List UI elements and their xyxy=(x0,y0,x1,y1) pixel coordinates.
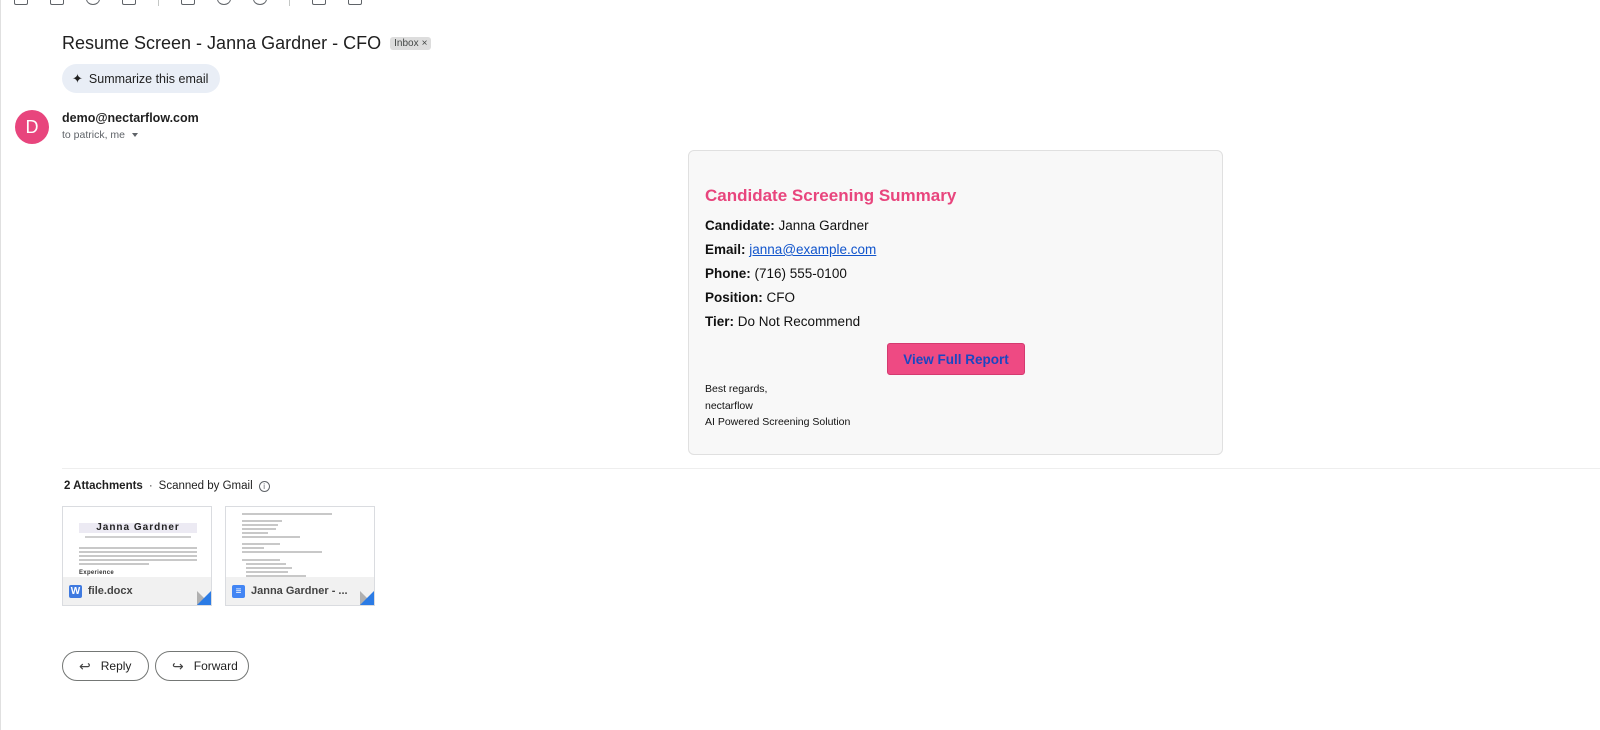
separator-dot: · xyxy=(148,480,153,492)
forward-label: Forward xyxy=(193,659,238,673)
preview-text-line xyxy=(242,547,264,549)
summarize-email-button[interactable]: ✦ Summarize this email xyxy=(62,64,221,93)
inbox-label-text: Inbox xyxy=(394,38,419,49)
report-spam-icon[interactable] xyxy=(86,0,100,5)
attachment-footer: ≡ Janna Gardner - ... xyxy=(226,577,374,605)
forward-icon: ↪ xyxy=(172,658,184,674)
email-subject: Resume Screen - Janna Gardner - CFO xyxy=(62,33,382,53)
preview-text-line xyxy=(246,563,286,565)
summarize-label: Summarize this email xyxy=(88,71,209,86)
email-toolbar xyxy=(14,0,384,6)
field-label: Phone: xyxy=(705,266,751,281)
info-icon[interactable]: i xyxy=(258,480,270,492)
subject-row: Resume Screen - Janna Gardner - CFO Inbo… xyxy=(62,33,432,54)
signoff-line: nectarflow xyxy=(705,399,753,412)
attachments-header: 2 Attachments · Scanned by Gmail i xyxy=(64,480,270,492)
field-label: Tier: xyxy=(705,314,735,329)
preview-text-line xyxy=(242,559,280,561)
move-to-icon[interactable] xyxy=(312,0,326,5)
preview-text-line xyxy=(79,563,149,565)
email-field: Email: janna@example.com xyxy=(705,242,876,257)
attachments-count: 2 Attachments xyxy=(64,480,143,492)
preview-text-line xyxy=(242,524,278,526)
reply-icon: ↩ xyxy=(79,658,91,674)
attachment-card-gdoc[interactable]: ≡ Janna Gardner - ... xyxy=(225,506,375,606)
card-title: Candidate Screening Summary xyxy=(705,186,957,205)
reply-button[interactable]: ↩ Reply xyxy=(62,651,149,681)
attachment-filename: file.docx xyxy=(88,585,133,597)
field-value: (716) 555-0100 xyxy=(754,266,847,281)
field-value: CFO xyxy=(766,290,796,305)
position-field: Position: CFO xyxy=(705,290,795,305)
recipients-text: to patrick, me xyxy=(62,129,126,141)
preview-text-line xyxy=(242,532,268,534)
signoff-line: Best regards, xyxy=(705,383,768,395)
tier-field: Tier: Do Not Recommend xyxy=(705,314,860,329)
page-fold-corner xyxy=(360,591,374,605)
screening-summary-card: Candidate Screening Summary Candidate: J… xyxy=(688,150,1223,455)
preview-text-line xyxy=(246,567,292,569)
preview-text-line xyxy=(79,555,197,557)
page-fold-corner xyxy=(197,591,211,605)
recipients-toggle[interactable]: to patrick, me xyxy=(62,129,139,141)
preview-text-line xyxy=(79,551,197,553)
preview-text-line xyxy=(242,513,332,515)
snooze-icon[interactable] xyxy=(217,0,231,5)
archive-icon[interactable] xyxy=(50,0,64,5)
attachments-divider xyxy=(62,468,1600,469)
sparkle-icon: ✦ xyxy=(72,70,83,86)
preview-text-line xyxy=(242,528,276,530)
add-task-icon[interactable] xyxy=(253,0,267,5)
preview-experience-heading: Experience xyxy=(79,570,115,576)
word-icon: W xyxy=(69,584,82,598)
field-label: Position: xyxy=(705,290,763,305)
attachment-card-docx[interactable]: Janna Gardner Experience W file.docx xyxy=(62,506,212,606)
phone-field: Phone: (716) 555-0100 xyxy=(705,266,847,281)
field-label: Email: xyxy=(705,242,746,257)
label-icon[interactable] xyxy=(348,0,362,5)
preview-text-line xyxy=(242,543,280,545)
preview-resume-name: Janna Gardner xyxy=(79,523,197,533)
attachment-footer: W file.docx xyxy=(63,577,211,605)
chevron-down-icon xyxy=(132,133,139,137)
view-full-report-button[interactable]: View Full Report xyxy=(887,343,1025,375)
toolbar-divider xyxy=(158,0,159,6)
preview-text-line xyxy=(242,536,300,538)
sender-address[interactable]: demo@nectarflow.com xyxy=(62,111,199,125)
reply-label: Reply xyxy=(100,659,132,673)
forward-button[interactable]: ↪ Forward xyxy=(155,651,249,681)
delete-icon[interactable] xyxy=(122,0,136,5)
candidate-email-link[interactable]: janna@example.com xyxy=(749,242,876,257)
field-label: Candidate: xyxy=(705,218,775,233)
google-docs-icon: ≡ xyxy=(232,584,245,598)
remove-label-icon[interactable]: × xyxy=(422,38,428,49)
preview-text-line xyxy=(246,571,288,573)
back-icon[interactable] xyxy=(14,0,28,5)
preview-text-line xyxy=(79,547,197,549)
signoff-line: AI Powered Screening Solution xyxy=(705,416,851,428)
preview-text-line xyxy=(242,520,282,522)
field-value: Do Not Recommend xyxy=(737,314,861,329)
sender-avatar[interactable]: D xyxy=(15,110,49,144)
candidate-field: Candidate: Janna Gardner xyxy=(705,218,869,233)
inbox-label-chip[interactable]: Inbox × xyxy=(390,37,432,50)
toolbar-divider xyxy=(289,0,290,6)
email-signoff: Best regards, nectarflow AI Powered Scre… xyxy=(705,381,850,431)
preview-contact-line xyxy=(85,536,191,538)
field-value: Janna Gardner xyxy=(778,218,869,233)
left-border xyxy=(0,0,1,730)
attachment-filename: Janna Gardner - ... xyxy=(251,585,348,597)
scanned-label: Scanned by Gmail xyxy=(158,480,253,492)
mark-unread-icon[interactable] xyxy=(181,0,195,5)
preview-text-line xyxy=(79,559,197,561)
preview-text-line xyxy=(242,551,322,553)
